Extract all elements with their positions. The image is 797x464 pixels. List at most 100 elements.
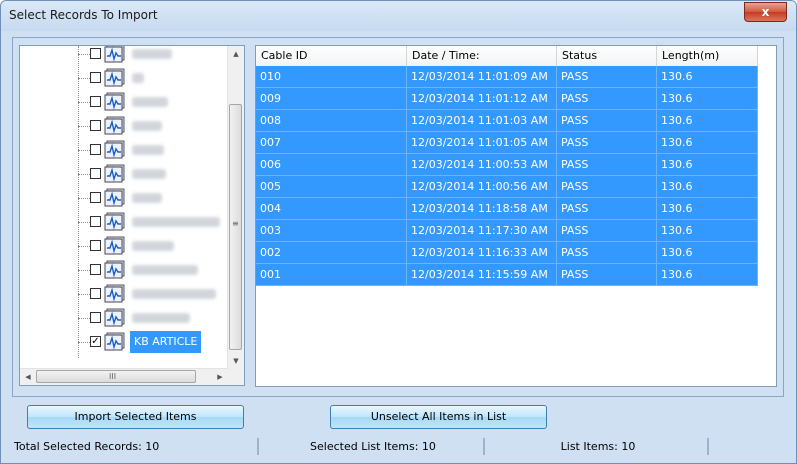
tree-node[interactable]: ✓ KB ARTICLE <box>20 330 230 354</box>
tree-vertical-scroll-thumb[interactable]: ≡ <box>229 104 242 350</box>
window-title: Select Records To Import <box>9 8 158 22</box>
cell-cable-id: 005 <box>256 176 407 198</box>
tree-horizontal-scroll-thumb[interactable]: III <box>36 370 196 383</box>
tree-node[interactable] <box>20 234 230 258</box>
cable-test-icon <box>104 164 125 183</box>
scroll-left-arrow-icon[interactable]: ◀ <box>20 369 36 385</box>
tree-node-checkbox[interactable] <box>90 120 101 131</box>
table-row[interactable]: 010 12/03/2014 11:01:09 AM PASS 130.6 <box>256 66 758 88</box>
tree-connector-line <box>78 222 90 223</box>
tree-node-checkbox[interactable] <box>90 312 101 323</box>
column-header-cable-id[interactable]: Cable ID <box>256 46 407 66</box>
tree-horizontal-scrollbar[interactable]: ◀ III ▶ <box>20 368 228 385</box>
tree-node[interactable] <box>20 186 230 210</box>
scroll-down-arrow-icon[interactable]: ▼ <box>228 353 244 369</box>
tree-node-checkbox[interactable] <box>90 72 101 83</box>
tree-node-label[interactable]: KB ARTICLE <box>130 331 202 353</box>
tree-node-label-redacted <box>132 97 168 107</box>
tree-vertical-scrollbar[interactable]: ▲ ≡ ▼ <box>227 46 244 369</box>
close-icon: x <box>761 5 770 19</box>
tree-connector-line <box>78 246 90 247</box>
import-dialog: Select Records To Import x ✓ KB ARTICLE ▲… <box>0 0 797 464</box>
table-row[interactable]: 001 12/03/2014 11:15:59 AM PASS 130.6 <box>256 264 758 286</box>
thumb-grip-icon: ≡ <box>232 219 239 228</box>
cable-test-icon <box>104 212 125 231</box>
tree-node[interactable] <box>20 46 230 66</box>
tree-node[interactable] <box>20 90 230 114</box>
cell-cable-id: 002 <box>256 242 407 264</box>
table-row[interactable]: 005 12/03/2014 11:00:56 AM PASS 130.6 <box>256 176 758 198</box>
cell-date-time: 12/03/2014 11:17:30 AM <box>407 220 557 242</box>
tree-node-checkbox[interactable] <box>90 168 101 179</box>
status-total-selected: Total Selected Records: 10 <box>14 438 259 455</box>
tree-node-label-redacted <box>132 241 174 251</box>
title-bar[interactable]: Select Records To Import x <box>1 1 796 31</box>
tree-node-checkbox[interactable]: ✓ <box>90 336 101 347</box>
cable-test-icon <box>104 308 125 327</box>
close-button[interactable]: x <box>744 2 787 22</box>
cell-cable-id: 003 <box>256 220 407 242</box>
cell-length: 130.6 <box>657 66 758 88</box>
cell-length: 130.6 <box>657 110 758 132</box>
cable-test-icon <box>104 46 125 63</box>
tree-node-label-redacted <box>132 73 144 83</box>
tree-connector-line <box>78 342 90 343</box>
cell-date-time: 12/03/2014 11:01:09 AM <box>407 66 557 88</box>
column-header-status[interactable]: Status <box>557 46 657 66</box>
grid-header: Cable ID Date / Time: Status Length(m) <box>256 46 758 67</box>
unselect-all-button[interactable]: Unselect All Items in List <box>330 405 547 429</box>
cable-test-icon <box>104 188 125 207</box>
tree-connector-line <box>78 174 90 175</box>
cell-cable-id: 010 <box>256 66 407 88</box>
tree-node-checkbox[interactable] <box>90 144 101 155</box>
tree-node-checkbox[interactable] <box>90 240 101 251</box>
table-row[interactable]: 002 12/03/2014 11:16:33 AM PASS 130.6 <box>256 242 758 264</box>
tree-node-checkbox[interactable] <box>90 216 101 227</box>
tree-node-checkbox[interactable] <box>90 288 101 299</box>
table-row[interactable]: 008 12/03/2014 11:01:03 AM PASS 130.6 <box>256 110 758 132</box>
cell-date-time: 12/03/2014 11:01:12 AM <box>407 88 557 110</box>
records-grid[interactable]: Cable ID Date / Time: Status Length(m) 0… <box>255 45 777 387</box>
tree-node[interactable] <box>20 138 230 162</box>
tree-node-checkbox[interactable] <box>90 264 101 275</box>
table-row[interactable]: 006 12/03/2014 11:00:53 AM PASS 130.6 <box>256 154 758 176</box>
tree-node[interactable] <box>20 66 230 90</box>
tree-node[interactable] <box>20 306 230 330</box>
record-tree[interactable]: ✓ KB ARTICLE ▲ ≡ ▼ ◀ III ▶ <box>19 45 245 386</box>
scrollbar-corner <box>228 369 244 385</box>
cell-length: 130.6 <box>657 132 758 154</box>
table-row[interactable]: 003 12/03/2014 11:17:30 AM PASS 130.6 <box>256 220 758 242</box>
tree-node[interactable] <box>20 258 230 282</box>
tree-node[interactable] <box>20 282 230 306</box>
tree-node[interactable] <box>20 210 230 234</box>
tree-connector-line <box>78 294 90 295</box>
cell-status: PASS <box>557 176 657 198</box>
table-row[interactable]: 009 12/03/2014 11:01:12 AM PASS 130.6 <box>256 88 758 110</box>
cell-status: PASS <box>557 66 657 88</box>
cell-cable-id: 004 <box>256 198 407 220</box>
import-selected-button[interactable]: Import Selected Items <box>27 405 244 429</box>
cell-status: PASS <box>557 220 657 242</box>
tree-node-checkbox[interactable] <box>90 48 101 59</box>
tree-node[interactable] <box>20 114 230 138</box>
tree-node-label-redacted <box>132 145 164 155</box>
scroll-up-arrow-icon[interactable]: ▲ <box>228 46 244 62</box>
table-row[interactable]: 004 12/03/2014 11:18:58 AM PASS 130.6 <box>256 198 758 220</box>
tree-node[interactable] <box>20 162 230 186</box>
column-header-length[interactable]: Length(m) <box>657 46 758 66</box>
cell-length: 130.6 <box>657 220 758 242</box>
cell-date-time: 12/03/2014 11:16:33 AM <box>407 242 557 264</box>
status-list-items: List Items: 10 <box>489 438 709 455</box>
column-header-date-time[interactable]: Date / Time: <box>407 46 557 66</box>
cell-status: PASS <box>557 154 657 176</box>
tree-connector-line <box>78 54 90 55</box>
tree-node-checkbox[interactable] <box>90 192 101 203</box>
status-bar: Total Selected Records: 10 Selected List… <box>1 435 796 463</box>
cable-test-icon <box>104 68 125 87</box>
dialog-client-area: ✓ KB ARTICLE ▲ ≡ ▼ ◀ III ▶ Cable ID Date… <box>9 31 790 435</box>
cell-cable-id: 001 <box>256 264 407 286</box>
cell-length: 130.6 <box>657 242 758 264</box>
table-row[interactable]: 007 12/03/2014 11:01:05 AM PASS 130.6 <box>256 132 758 154</box>
scroll-right-arrow-icon[interactable]: ▶ <box>212 369 228 385</box>
tree-node-checkbox[interactable] <box>90 96 101 107</box>
